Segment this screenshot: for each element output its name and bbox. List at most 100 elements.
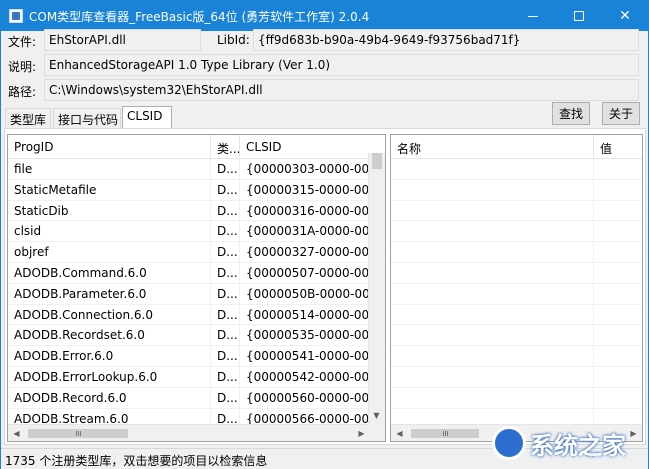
column-progid[interactable]: ProgID	[8, 135, 211, 159]
cell-name	[391, 366, 594, 387]
detail-horizontal-scroll-thumb[interactable]	[411, 429, 479, 438]
cell-clsid: {00000303-0000-0000	[246, 162, 370, 176]
cell-name	[391, 387, 594, 408]
libid-field[interactable]: {ff9d683b-b90a-49b4-9649-f93756bad71f}	[253, 29, 639, 51]
cell-name	[391, 179, 594, 200]
close-button[interactable]: ✕	[602, 1, 648, 31]
cell-clsid: {00000541-0000-0010	[246, 349, 370, 364]
detail-row	[391, 325, 642, 347]
table-row[interactable]: ADODB.Error.6.0D... {00000541-0000-0010	[8, 346, 385, 367]
cell-progid: StaticDib	[8, 200, 211, 221]
search-button[interactable]: 查找	[552, 102, 590, 125]
detail-row	[391, 200, 642, 222]
cell-progid: ADODB.Command.6.0	[8, 262, 211, 283]
cell-progid: objref	[8, 242, 211, 262]
column-clsid[interactable]: CLSID	[240, 135, 370, 159]
cell-value	[594, 367, 642, 387]
minimize-button[interactable]	[510, 1, 556, 31]
table-row[interactable]: fileD... {00000303-0000-0000	[8, 159, 385, 180]
detail-row	[391, 221, 642, 243]
file-field[interactable]: EhStorAPI.dll	[44, 29, 201, 51]
cell-name	[391, 304, 594, 325]
libid-label: LibId:	[217, 33, 250, 47]
cell-clsid: {00000316-0000-0000	[246, 203, 370, 218]
cell-clsid: {0000050B-0000-0010	[246, 286, 370, 301]
tab-clsid[interactable]: CLSID	[122, 106, 172, 129]
table-row[interactable]: StaticDibD... {00000316-0000-0000	[8, 200, 385, 222]
table-row[interactable]: StaticMetafileD... {00000315-0000-0000	[8, 179, 385, 201]
cell-name	[391, 221, 594, 242]
table-row[interactable]: ADODB.Recordset.6.0 D... {00000535-0000-00…	[8, 325, 385, 347]
cell-progid: ADODB.Recordset.6.0	[8, 325, 211, 346]
cell-type: D...	[211, 325, 240, 346]
cell-type: D...	[211, 242, 240, 262]
window-title: COM类型库查看器_FreeBasic版_64位 (勇芳软件工作室) 2.0.4	[29, 9, 370, 24]
table-row[interactable]: ADODB.ErrorLookup.6.0 D... {00000542-0000-…	[8, 366, 385, 388]
detail-list[interactable]: 名称 值 ◀ ▶	[390, 134, 643, 442]
cell-value	[594, 263, 642, 283]
cell-value	[594, 284, 642, 304]
cell-value	[594, 201, 642, 221]
description-field[interactable]: EnhancedStorageAPI 1.0 Type Library (Ver…	[44, 54, 639, 76]
table-row[interactable]: ADODB.Connection.6.0 D... {00000514-0000-0…	[8, 304, 385, 326]
detail-row	[391, 159, 642, 180]
column-name[interactable]: 名称	[391, 135, 594, 159]
cell-clsid: {00000514-0000-0010	[246, 307, 370, 322]
horizontal-scroll-thumb[interactable]	[28, 429, 128, 438]
detail-row	[391, 387, 642, 409]
cell-name	[391, 262, 594, 283]
table-row[interactable]: ADODB.Command.6.0D... {00000507-0000-0010	[8, 262, 385, 284]
close-icon: ✕	[619, 8, 631, 24]
cell-value	[594, 305, 642, 325]
scroll-down-arrow-icon[interactable]: ▼	[368, 407, 385, 424]
vertical-scrollbar[interactable]	[368, 153, 385, 424]
cell-value	[594, 180, 642, 200]
table-row[interactable]: clsidD... {0000031A-0000-0000	[8, 221, 385, 243]
cell-value	[594, 325, 642, 345]
scroll-left-arrow-icon[interactable]: ◀	[8, 425, 25, 441]
path-field[interactable]: C:\Windows\system32\EhStorAPI.dll	[44, 79, 639, 101]
tab-type-library[interactable]: 类型库	[5, 108, 51, 128]
app-window: COM类型库查看器_FreeBasic版_64位 (勇芳软件工作室) 2.0.4…	[0, 0, 649, 469]
detail-row	[391, 346, 642, 367]
cell-clsid: {00000315-0000-0000	[246, 182, 370, 197]
table-row[interactable]: objrefD... {00000327-0000-0000	[8, 242, 385, 263]
cell-clsid: {00000507-0000-0010	[246, 265, 370, 280]
clsid-list-header: ProgID 类... CLSID	[8, 135, 385, 159]
maximize-button[interactable]	[556, 1, 602, 31]
tab-interfaces-code[interactable]: 接口与代码	[53, 108, 121, 128]
clsid-list[interactable]: ProgID 类... CLSID file D... {00000303-0000…	[7, 134, 386, 442]
cell-clsid: {00000327-0000-0000	[246, 245, 370, 260]
detail-scroll-left-arrow-icon[interactable]: ◀	[391, 425, 408, 441]
detail-row	[391, 179, 642, 201]
about-button[interactable]: 关于	[602, 102, 640, 125]
minimize-icon	[528, 15, 538, 17]
cell-type: D...	[211, 200, 240, 221]
column-type[interactable]: 类...	[211, 135, 240, 159]
cell-clsid: {0000031A-0000-0000	[246, 224, 370, 239]
cell-progid: ADODB.Error.6.0	[8, 346, 211, 366]
table-row[interactable]: ADODB.Record.6.0D... {00000560-0000-0010	[8, 387, 385, 409]
cell-progid: clsid	[8, 221, 211, 242]
vertical-scroll-thumb[interactable]	[372, 153, 382, 169]
cell-progid: ADODB.Parameter.6.0	[8, 283, 211, 304]
maximize-icon	[574, 11, 584, 21]
cell-value	[594, 388, 642, 408]
watermark-subtext: XITONGZHIJIA.NET	[550, 453, 640, 462]
cell-progid: StaticMetafile	[8, 179, 211, 200]
detail-row	[391, 242, 642, 263]
file-label: 文件:	[8, 35, 37, 49]
title-bar[interactable]: COM类型库查看器_FreeBasic版_64位 (勇芳软件工作室) 2.0.4…	[1, 1, 648, 31]
cell-name	[391, 159, 594, 179]
cell-name	[391, 242, 594, 262]
horizontal-scrollbar[interactable]: ◀ ▶	[8, 424, 370, 441]
clsid-list-body: fileD...{00000303-0000-0000StaticMetafil…	[8, 159, 385, 430]
table-row[interactable]: ADODB.Parameter.6.0 D... {0000050B-0000-00…	[8, 283, 385, 305]
description-label: 说明:	[8, 60, 37, 74]
column-value[interactable]: 值	[594, 135, 642, 159]
cell-type: D...	[211, 179, 240, 200]
cell-name	[391, 346, 594, 366]
cell-type: D...	[211, 346, 240, 366]
cell-type: D...	[211, 262, 240, 283]
detail-list-body	[391, 159, 642, 430]
